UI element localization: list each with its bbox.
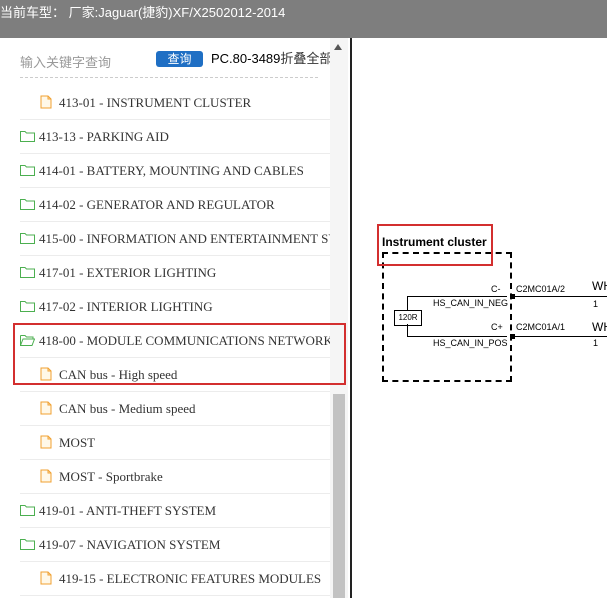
folder-icon	[20, 165, 35, 176]
tree-item[interactable]: 417-02 - INTERIOR LIGHTING	[20, 290, 330, 324]
folder-icon	[20, 539, 35, 550]
folder-icon	[20, 505, 35, 516]
tree-item[interactable]: 414-01 - BATTERY, MOUNTING AND CABLES	[20, 154, 330, 188]
tree-item-label: 413-13 - PARKING AID	[39, 129, 169, 144]
document-icon	[40, 435, 52, 449]
resistor-lead-bottom	[407, 336, 507, 337]
scrollbar-thumb[interactable]	[333, 394, 345, 598]
tree-item[interactable]: 414-02 - GENERATOR AND REGULATOR	[20, 188, 330, 222]
tree-item-label: 414-02 - GENERATOR AND REGULATOR	[39, 197, 275, 212]
query-button[interactable]: 查询	[156, 51, 203, 67]
tree-item[interactable]: CAN bus - Medium speed	[20, 392, 330, 426]
pin-sign-neg: C-	[491, 284, 501, 294]
tree-item[interactable]: 419-15 - ELECTRONIC FEATURES MODULES	[20, 562, 330, 596]
tree-item-label: 417-02 - INTERIOR LIGHTING	[39, 299, 213, 314]
tree-item-label: 413-01 - INSTRUMENT CLUSTER	[59, 95, 252, 110]
pin-sign-pos: C+	[491, 322, 503, 332]
tree-item[interactable]: MOST	[20, 426, 330, 460]
resistor: 120R	[394, 310, 422, 326]
tree-item-label: 419-01 - ANTI-THEFT SYSTEM	[39, 503, 217, 518]
tree-item[interactable]: 413-01 - INSTRUMENT CLUSTER	[20, 86, 330, 120]
title-bar: 当前车型： 厂家:Jaguar(捷豹)XF/X2502012-2014	[0, 0, 607, 38]
resistor-lead-bottom-v	[407, 324, 408, 336]
tree-item[interactable]: 419-01 - ANTI-THEFT SYSTEM	[20, 494, 330, 528]
document-icon	[40, 95, 52, 109]
connector-pos: C2MC01A/1	[516, 322, 566, 332]
folder-icon	[20, 301, 35, 312]
wire-color-neg: WH	[592, 279, 607, 293]
folder-icon	[20, 199, 35, 210]
tree-item[interactable]: MOST - Sportbrake	[20, 460, 330, 494]
tree-item-label: MOST - Sportbrake	[59, 469, 163, 484]
tree-item[interactable]: 419-07 - NAVIGATION SYSTEM	[20, 528, 330, 562]
tree-item-label: 419-07 - NAVIGATION SYSTEM	[39, 537, 221, 552]
tree-panel: 输入关键字查询 查询 PC.80-3489折叠全部 413-01 - INSTR…	[0, 38, 350, 598]
scroll-up-arrow[interactable]	[334, 44, 342, 50]
tree-item-divider	[20, 595, 330, 596]
window-title: 当前车型： 厂家:Jaguar(捷豹)XF/X2502012-2014	[0, 5, 286, 20]
diagram-title: Instrument cluster	[382, 235, 487, 249]
diagram-panel: Instrument cluster 120R C- HS_CAN_IN_NEG…	[350, 38, 607, 598]
tree-item-label: 417-01 - EXTERIOR LIGHTING	[39, 265, 217, 280]
tree-item-label: CAN bus - Medium speed	[59, 401, 196, 416]
document-icon	[40, 469, 52, 483]
tree-item-label: 414-01 - BATTERY, MOUNTING AND CABLES	[39, 163, 304, 178]
wire-num-neg: 1	[593, 299, 599, 309]
tree-item-label: MOST	[59, 435, 96, 450]
tree-item[interactable]: 417-01 - EXTERIOR LIGHTING	[20, 256, 330, 290]
document-icon	[40, 571, 52, 585]
tree-item[interactable]: 413-13 - PARKING AID	[20, 120, 330, 154]
folder-icon	[20, 233, 35, 244]
connector-neg: C2MC01A/2	[516, 284, 566, 294]
tree-item[interactable]: 415-00 - INFORMATION AND ENTERTAINMENT S…	[20, 222, 330, 256]
wire-neg	[515, 296, 607, 297]
search-input[interactable]: 输入关键字查询	[20, 52, 111, 71]
tree-item-label: 419-15 - ELECTRONIC FEATURES MODULES	[59, 571, 322, 586]
tree-item-label: 415-00 - INFORMATION AND ENTERTAINMENT S…	[39, 231, 330, 246]
resistor-lead-top	[407, 296, 507, 297]
folder-icon	[20, 267, 35, 278]
search-divider	[20, 77, 318, 78]
collapse-all-button[interactable]: 折叠全部	[280, 51, 332, 66]
highlight-annotation	[13, 323, 346, 385]
wire-color-pos: WH	[592, 320, 607, 334]
folder-icon	[20, 131, 35, 142]
wire-pos	[515, 336, 607, 337]
signal-pos: HS_CAN_IN_POS	[433, 338, 508, 348]
toolbar-text: PC.80-3489折叠全部	[211, 48, 332, 67]
document-icon	[40, 401, 52, 415]
signal-neg: HS_CAN_IN_NEG	[433, 298, 509, 308]
wire-num-pos: 1	[593, 338, 599, 348]
doc-code: PC.80-3489	[211, 51, 281, 66]
resistor-lead-top-v	[407, 296, 408, 310]
